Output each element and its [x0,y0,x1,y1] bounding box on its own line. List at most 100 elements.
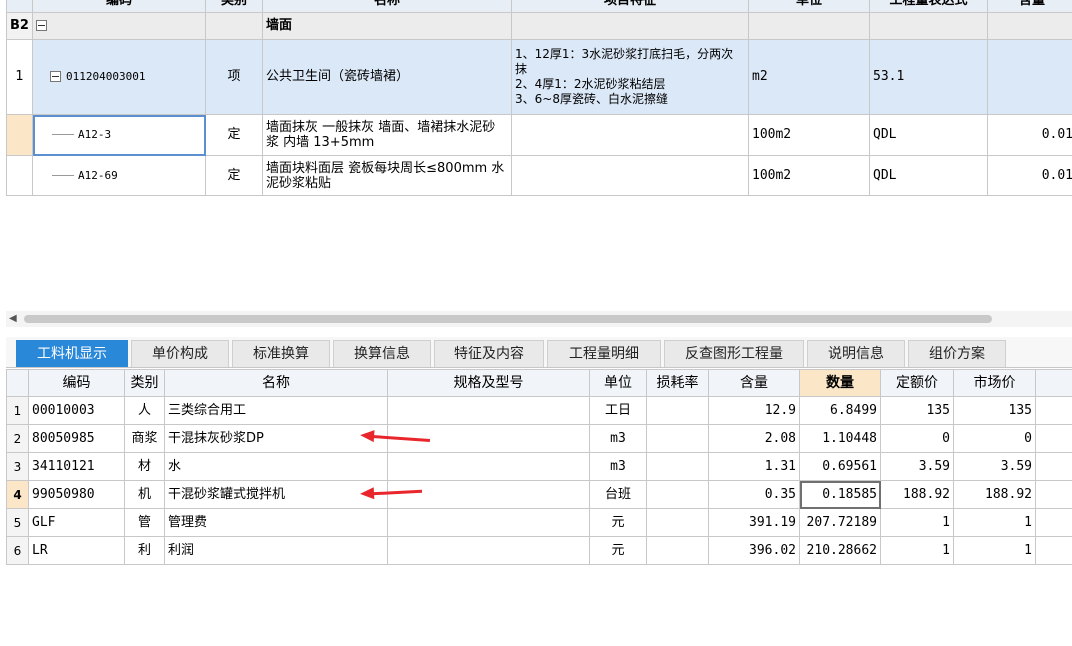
resource-code[interactable]: GLF [28,508,125,537]
tab-quantity-detail[interactable]: 工程量明细 [547,340,661,367]
item-expr[interactable]: 53.1 [869,39,988,115]
resource-quantity[interactable]: 0.18585 [799,480,881,509]
header-name[interactable]: 名称 [262,0,512,13]
resource-market-price[interactable]: 188.92 [953,480,1036,509]
scrollbar-thumb[interactable] [24,315,992,323]
resource-type[interactable]: 管 [124,508,165,537]
header-quantity[interactable]: 数量 [799,369,881,397]
section-name[interactable]: 墙面 [262,12,512,40]
resource-type[interactable]: 商浆 [124,424,165,453]
table-row[interactable]: A12-69 定 墙面块料面层 瓷板每块周长≤800mm 水泥砂浆粘贴 100m… [6,155,1072,196]
item-name[interactable]: 公共卫生间（瓷砖墙裙） [262,39,512,115]
tab-graphic-quantity[interactable]: 反查图形工程量 [664,340,804,367]
header-quota-price[interactable]: 定额价 [880,369,954,397]
resource-spec[interactable] [387,480,590,509]
resource-code[interactable]: 80050985 [28,424,125,453]
item-feature[interactable] [511,155,749,196]
tab-standard-conversion[interactable]: 标准换算 [232,340,330,367]
resource-name[interactable]: 三类综合用工 [164,396,388,425]
resource-code[interactable]: 34110121 [28,452,125,481]
header-type[interactable]: 类别 [205,0,263,13]
resource-name[interactable]: 干混砂浆罐式搅拌机 [164,480,388,509]
item-type[interactable]: 项 [205,39,263,115]
item-name[interactable]: 墙面抹灰 一般抹灰 墙面、墙裙抹水泥砂浆 内墙 13+5mm [262,114,512,156]
table-row[interactable]: 6 LR 利 利润 元 396.02 210.28662 1 1 [6,536,1072,565]
resource-unit[interactable]: 台班 [589,480,647,509]
resource-quantity[interactable]: 6.8499 [799,396,881,425]
resource-content[interactable]: 1.31 [708,452,800,481]
horizontal-scrollbar[interactable]: ◀ [6,311,1072,327]
item-type[interactable]: 定 [205,155,263,196]
item-expr[interactable]: QDL [869,114,988,156]
tab-description[interactable]: 说明信息 [807,340,905,367]
header-name[interactable]: 名称 [164,369,388,397]
resource-quota-price[interactable]: 0 [880,424,954,453]
table-row[interactable]: 1 00010003 人 三类综合用工 工日 12.9 6.8499 135 1… [6,396,1072,425]
collapse-icon[interactable] [36,20,47,31]
resource-type[interactable]: 材 [124,452,165,481]
resource-content[interactable]: 0.35 [708,480,800,509]
scroll-left-icon[interactable]: ◀ [9,311,17,327]
resource-name[interactable]: 干混抹灰砂浆DP [164,424,388,453]
resource-name[interactable]: 利润 [164,536,388,565]
header-unit[interactable]: 单位 [589,369,647,397]
header-unit[interactable]: 单位 [748,0,870,13]
tab-labor-material-machine[interactable]: 工料机显示 [16,340,128,367]
collapse-icon[interactable] [50,71,61,82]
item-unit[interactable]: 100m2 [748,155,870,196]
resource-market-price[interactable]: 1 [953,508,1036,537]
header-spec[interactable]: 规格及型号 [387,369,590,397]
resource-spec[interactable] [387,396,590,425]
resource-content[interactable]: 396.02 [708,536,800,565]
resource-quantity[interactable]: 207.72189 [799,508,881,537]
resource-unit[interactable]: 元 [589,536,647,565]
table-row[interactable]: 1 011204003001 项 公共卫生间（瓷砖墙裙） 1、12厚1：3水泥砂… [6,39,1072,115]
resource-loss[interactable] [646,396,709,425]
resource-unit[interactable]: m3 [589,424,647,453]
resource-spec[interactable] [387,536,590,565]
resource-loss[interactable] [646,536,709,565]
resource-quota-price[interactable]: 188.92 [880,480,954,509]
resource-quantity[interactable]: 0.69561 [799,452,881,481]
table-row[interactable]: 5 GLF 管 管理费 元 391.19 207.72189 1 1 [6,508,1072,537]
header-feature[interactable]: 项目特征 [511,0,749,13]
header-type[interactable]: 类别 [124,369,165,397]
resource-quota-price[interactable]: 135 [880,396,954,425]
resource-market-price[interactable]: 135 [953,396,1036,425]
resource-loss[interactable] [646,508,709,537]
resource-loss[interactable] [646,452,709,481]
resource-type[interactable]: 机 [124,480,165,509]
resource-unit[interactable]: 元 [589,508,647,537]
resource-unit[interactable]: m3 [589,452,647,481]
resource-name[interactable]: 管理费 [164,508,388,537]
item-type[interactable]: 定 [205,114,263,156]
resource-loss[interactable] [646,480,709,509]
item-content[interactable]: 0.01 [987,114,1072,156]
resource-spec[interactable] [387,452,590,481]
resource-unit[interactable]: 工日 [589,396,647,425]
resource-code[interactable]: 00010003 [28,396,125,425]
item-code[interactable]: 011204003001 [66,70,145,83]
resource-code[interactable]: 99050980 [28,480,125,509]
tab-feature-content[interactable]: 特征及内容 [434,340,544,367]
tab-conversion-info[interactable]: 换算信息 [333,340,431,367]
resource-content[interactable]: 2.08 [708,424,800,453]
resource-type[interactable]: 利 [124,536,165,565]
table-row[interactable]: A12-3 定 墙面抹灰 一般抹灰 墙面、墙裙抹水泥砂浆 内墙 13+5mm 1… [6,114,1072,156]
header-extra[interactable] [1035,369,1072,397]
header-market-price[interactable]: 市场价 [953,369,1036,397]
resource-market-price[interactable]: 1 [953,536,1036,565]
resource-quantity[interactable]: 1.10448 [799,424,881,453]
item-unit[interactable]: 100m2 [748,114,870,156]
header-content[interactable]: 含量 [987,0,1072,13]
resource-quota-price[interactable]: 1 [880,508,954,537]
tab-unit-price[interactable]: 单价构成 [131,340,229,367]
resource-name[interactable]: 水 [164,452,388,481]
resource-code[interactable]: LR [28,536,125,565]
resource-type[interactable]: 人 [124,396,165,425]
item-unit[interactable]: m2 [748,39,870,115]
resource-content[interactable]: 391.19 [708,508,800,537]
item-name[interactable]: 墙面块料面层 瓷板每块周长≤800mm 水泥砂浆粘贴 [262,155,512,196]
header-code[interactable]: 编码 [28,369,125,397]
resource-market-price[interactable]: 0 [953,424,1036,453]
